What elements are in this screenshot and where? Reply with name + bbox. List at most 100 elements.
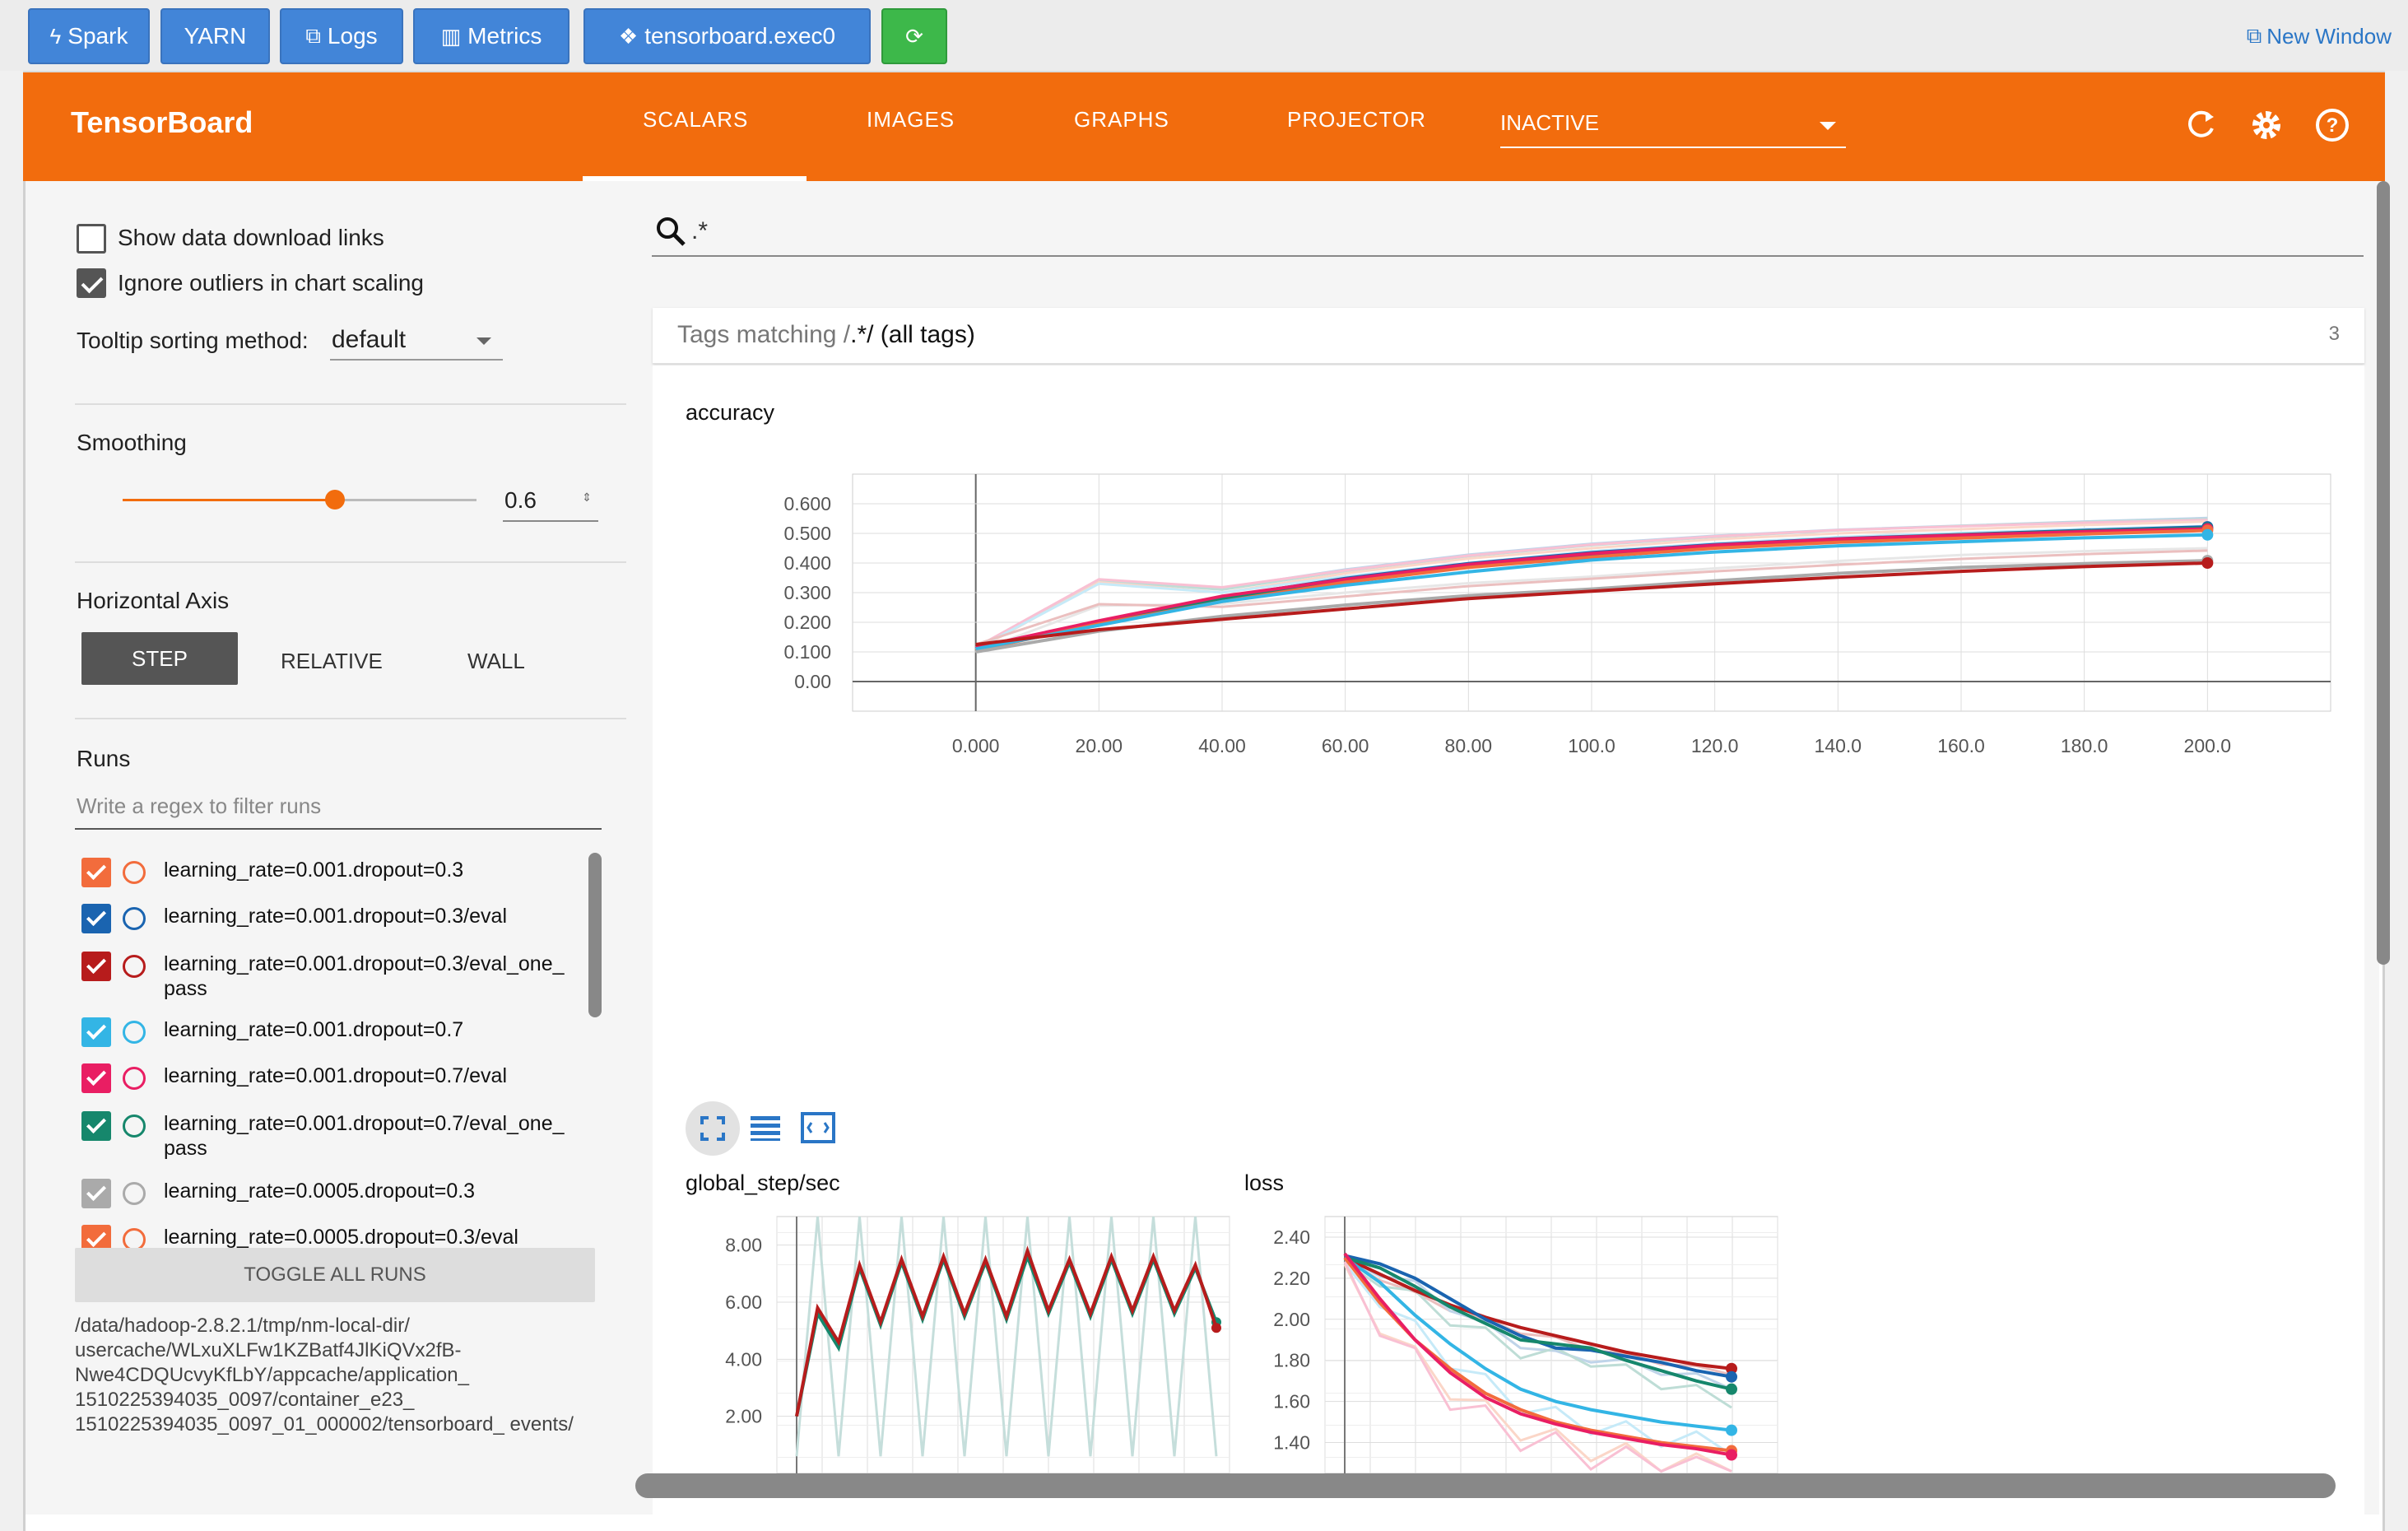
y-tick-label: 2.20 bbox=[1273, 1268, 1310, 1289]
bar-chart-icon: ▥ bbox=[440, 23, 462, 49]
x-tick-label: 140.0 bbox=[1815, 735, 1862, 756]
x-tick-label: 120.0 bbox=[1691, 735, 1739, 756]
inactive-dashboards-select[interactable]: INACTIVE bbox=[1500, 110, 1846, 148]
refresh-button[interactable]: ⟳ bbox=[881, 8, 947, 64]
divider bbox=[75, 718, 626, 719]
y-tick-label: 0.400 bbox=[783, 552, 831, 574]
tag-group-header[interactable]: Tags matching /.*/ (all tags) 3 bbox=[653, 308, 2364, 364]
series-end-point bbox=[2201, 557, 2214, 569]
x-tick-label: 160.0 bbox=[1937, 735, 1985, 756]
smoothing-input[interactable]: 0.6 ⇕ bbox=[503, 482, 598, 522]
runs-scrollbar[interactable] bbox=[588, 853, 602, 1017]
fullscreen-button[interactable] bbox=[686, 1101, 740, 1156]
yarn-button[interactable]: YARN bbox=[160, 8, 270, 64]
run-color-swatch[interactable] bbox=[123, 1021, 146, 1044]
run-checkbox[interactable] bbox=[81, 1063, 111, 1093]
run-label: learning_rate=0.001.dropout=0.3 bbox=[164, 859, 464, 882]
loss-chart[interactable]: 1.40 1.60 1.80 2.00 2.20 2.40 bbox=[1248, 1202, 1791, 1473]
axis-wall-button[interactable]: WALL bbox=[467, 649, 525, 674]
y-tick-label: 8.00 bbox=[725, 1235, 762, 1256]
run-checkbox[interactable] bbox=[81, 1179, 111, 1208]
run-color-swatch[interactable] bbox=[123, 1182, 146, 1205]
y-tick-label: 1.40 bbox=[1273, 1432, 1310, 1454]
x-tick-label: 180.0 bbox=[2061, 735, 2108, 756]
show-download-label: Show data download links bbox=[118, 225, 384, 250]
y-tick-label: 2.40 bbox=[1273, 1226, 1310, 1248]
run-color-swatch[interactable] bbox=[123, 861, 146, 884]
help-icon[interactable]: ? bbox=[2313, 105, 2352, 145]
series-end-point bbox=[1726, 1383, 1737, 1395]
y-tick-label: 2.00 bbox=[725, 1406, 762, 1427]
fit-domain-icon[interactable] bbox=[800, 1111, 836, 1144]
global-step-chart[interactable]: 2.00 4.00 6.00 8.00 bbox=[700, 1202, 1243, 1473]
run-checkbox[interactable] bbox=[81, 904, 111, 933]
chevron-down-icon bbox=[476, 337, 491, 345]
bolt-icon: ϟ bbox=[49, 23, 62, 49]
tab-scalars[interactable]: SCALARS bbox=[643, 107, 748, 133]
run-label: learning_rate=0.001.dropout=0.7/eval bbox=[164, 1064, 507, 1087]
run-color-swatch[interactable] bbox=[123, 1067, 146, 1090]
vertical-scrollbar[interactable] bbox=[2377, 181, 2390, 965]
y-tick-label: 0.200 bbox=[783, 612, 831, 633]
run-checkbox[interactable] bbox=[81, 1111, 111, 1141]
divider bbox=[75, 561, 626, 563]
series-end-point bbox=[1726, 1449, 1737, 1461]
new-window-link[interactable]: ⧉ New Window bbox=[2247, 23, 2392, 49]
smoothing-slider[interactable] bbox=[123, 490, 476, 510]
series-line bbox=[795, 1251, 1218, 1417]
horizontal-scrollbar[interactable] bbox=[635, 1473, 2336, 1498]
smoothing-slider-knob[interactable] bbox=[325, 490, 345, 510]
divider bbox=[75, 403, 626, 405]
y-tick-label: 1.80 bbox=[1273, 1350, 1310, 1371]
y-tick-label: 6.00 bbox=[725, 1291, 762, 1313]
reload-icon[interactable] bbox=[2181, 105, 2220, 145]
tab-images[interactable]: IMAGES bbox=[867, 107, 955, 133]
runs-filter-input[interactable]: Write a regex to filter runs bbox=[75, 787, 602, 830]
run-checkbox[interactable] bbox=[81, 1017, 111, 1047]
y-tick-label: 0.100 bbox=[783, 641, 831, 663]
run-color-swatch[interactable] bbox=[123, 1115, 146, 1138]
y-tick-label: 0.300 bbox=[783, 582, 831, 603]
axis-step-button[interactable]: STEP bbox=[81, 632, 238, 685]
runs-label: Runs bbox=[77, 746, 131, 771]
accuracy-chart[interactable]: 0.000 20.00 40.00 60.00 80.00 100.0 120.0 140.0… bbox=[708, 428, 2337, 1070]
x-tick-label: 20.00 bbox=[1076, 735, 1123, 756]
show-download-checkbox[interactable] bbox=[77, 224, 106, 254]
toggle-all-runs-button[interactable]: TOGGLE ALL RUNS bbox=[75, 1248, 595, 1302]
run-color-swatch[interactable] bbox=[123, 907, 146, 930]
logdir-path: /data/hadoop-2.8.2.1/tmp/nm-local-dir/ u… bbox=[75, 1315, 574, 1436]
tab-projector[interactable]: PROJECTOR bbox=[1287, 107, 1426, 133]
series-line bbox=[795, 1245, 1218, 1417]
copy-icon: ⧉ bbox=[305, 23, 321, 48]
chart-title-global-step: global_step/sec bbox=[686, 1170, 840, 1195]
metrics-button[interactable]: ▥ Metrics bbox=[413, 8, 569, 64]
smoothing-label: Smoothing bbox=[77, 430, 187, 455]
ignore-outliers-checkbox[interactable] bbox=[77, 268, 106, 298]
spark-button[interactable]: ϟ Spark bbox=[28, 8, 150, 64]
refresh-icon: ⟳ bbox=[905, 23, 923, 49]
run-color-swatch[interactable] bbox=[123, 955, 146, 978]
run-label: learning_rate=0.001.dropout=0.7 bbox=[164, 1018, 464, 1041]
y-tick-label: 2.00 bbox=[1273, 1309, 1310, 1330]
tab-graphs[interactable]: GRAPHS bbox=[1074, 107, 1169, 133]
gear-icon[interactable] bbox=[2247, 105, 2286, 145]
tag-group-title: Tags matching /.*/ (all tags) bbox=[677, 321, 975, 348]
tag-search-input[interactable]: .* bbox=[652, 211, 2364, 257]
series-end-point bbox=[1726, 1424, 1737, 1436]
run-checkbox[interactable] bbox=[81, 952, 111, 981]
chart-title-accuracy: accuracy bbox=[686, 400, 775, 425]
svg-text:?: ? bbox=[2327, 114, 2339, 137]
axis-relative-button[interactable]: RELATIVE bbox=[281, 649, 383, 674]
x-tick-label: 60.00 bbox=[1322, 735, 1369, 756]
exec-button[interactable]: ❖ tensorboard.exec0 bbox=[583, 8, 871, 64]
y-tick-label: 4.00 bbox=[725, 1348, 762, 1370]
x-tick-label: 0.000 bbox=[952, 735, 1000, 756]
series-end-point bbox=[2201, 528, 2214, 541]
run-label: learning_rate=0.001.dropout=0.3/eval_one… bbox=[164, 952, 565, 1000]
expand-icon bbox=[700, 1116, 725, 1141]
stepper-icon[interactable]: ⇕ bbox=[582, 491, 592, 505]
tooltip-sort-select[interactable]: default bbox=[330, 319, 503, 361]
logs-button[interactable]: ⧉ Logs bbox=[280, 8, 403, 64]
list-view-icon[interactable] bbox=[749, 1113, 782, 1142]
run-checkbox[interactable] bbox=[81, 858, 111, 887]
